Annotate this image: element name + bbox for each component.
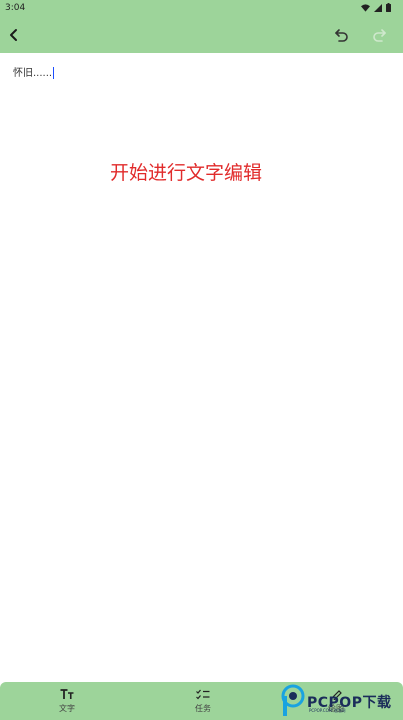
annotation-caption: 开始进行文字编辑 [110,162,263,184]
undo-icon [335,29,348,42]
redo-button[interactable] [366,21,394,49]
top-toolbar [0,16,403,53]
nav-item-text[interactable]: 文字 [37,687,97,717]
status-bar: 3:04 [0,0,403,16]
text-caret [53,67,55,79]
redo-icon [373,29,386,42]
editor-content: 怀旧...... [13,68,53,79]
nav-label-text: 文字 [59,704,75,713]
text-format-icon [60,688,74,699]
back-button[interactable] [0,21,28,49]
status-time: 3:04 [5,3,26,13]
bottom-nav: 文字 任务 绘图 [0,682,403,720]
status-icons [361,3,391,12]
chevron-left-icon [10,29,17,41]
nav-item-draw[interactable]: 绘图 [306,687,366,717]
nav-label-draw: 绘图 [328,704,344,713]
wifi-icon [361,3,370,12]
battery-icon [386,3,391,12]
task-list-icon [196,689,210,699]
nav-item-task[interactable]: 任务 [173,687,233,717]
drawing-icon [330,689,342,700]
note-editor[interactable]: 怀旧...... [13,67,393,85]
nav-label-task: 任务 [195,704,211,713]
undo-button[interactable] [327,21,355,49]
signal-icon [374,3,382,12]
